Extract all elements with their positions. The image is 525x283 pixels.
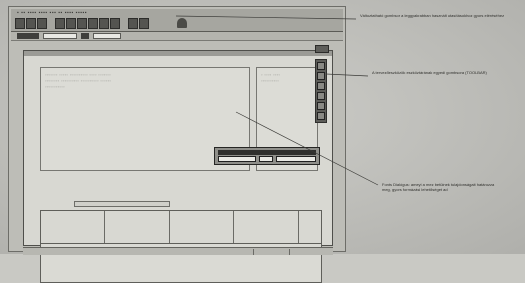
toolstrip-callout: A tervezőeszközök eszköztárának egyedi g… [372, 70, 487, 75]
toolbar-callout: Változtatható gombsor a leggyakrabban ha… [360, 13, 505, 18]
font-dialog-callout: Fonts Dialógus: ameyi a mez betüinek tul… [382, 182, 495, 192]
callout-leader-lines [175, 15, 379, 186]
